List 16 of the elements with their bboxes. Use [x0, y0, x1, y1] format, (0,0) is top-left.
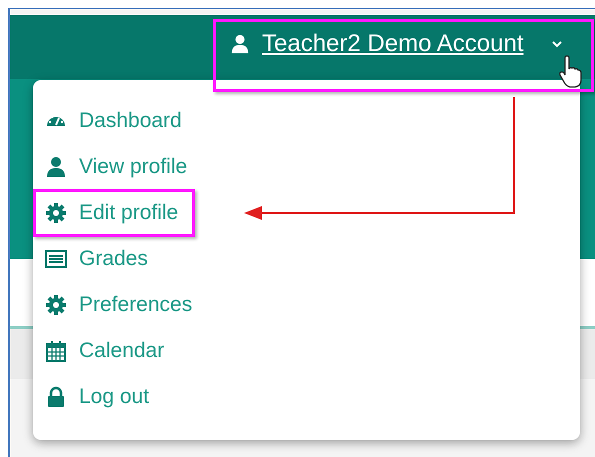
- menu-item[interactable]: Grades: [33, 235, 165, 283]
- menu-item[interactable]: Preferences: [33, 281, 210, 329]
- lock-icon: [45, 386, 67, 408]
- gear-icon: [45, 202, 67, 224]
- gear-icon: [45, 294, 67, 316]
- menu-item[interactable]: Log out: [33, 373, 166, 421]
- calendar-icon: [45, 340, 67, 362]
- list-icon: [45, 248, 67, 270]
- chevron-down-icon[interactable]: [551, 39, 564, 49]
- user-icon: [45, 156, 67, 178]
- menu-item[interactable]: Calendar: [33, 327, 182, 375]
- menu-item[interactable]: View profile: [33, 143, 204, 191]
- user-menu-link[interactable]: Teacher2 Demo Account: [262, 26, 524, 62]
- user-icon: [230, 33, 250, 55]
- menu-item[interactable]: Edit profile: [33, 189, 196, 237]
- menu-item[interactable]: Dashboard: [33, 97, 199, 145]
